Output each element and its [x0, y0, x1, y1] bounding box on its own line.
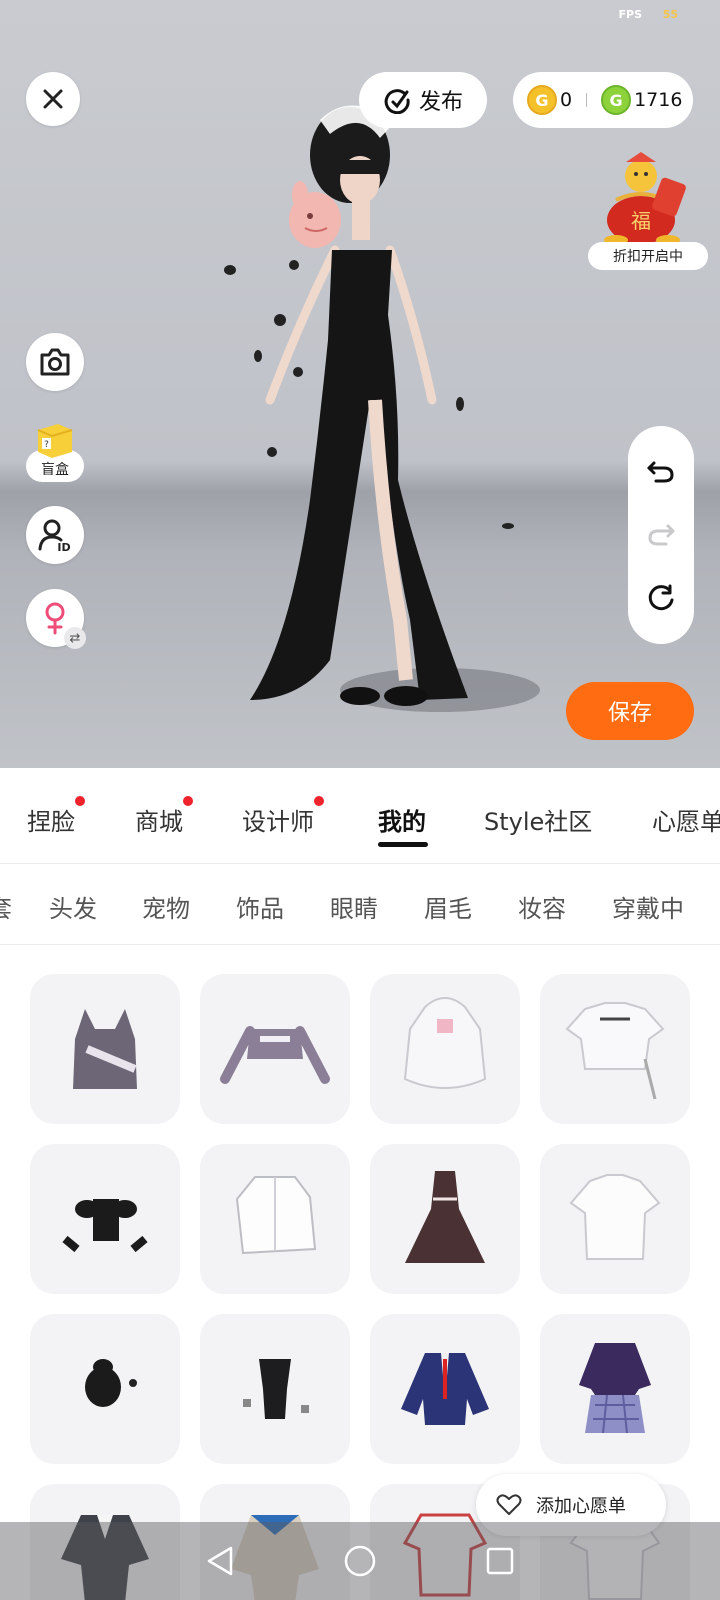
item-purple-plaid-uniform[interactable] — [540, 1314, 690, 1464]
item-navy-school-blazer[interactable] — [370, 1314, 520, 1464]
fps-value: 55 — [662, 8, 678, 21]
close-button[interactable] — [26, 72, 80, 126]
tab-style-community-label: Style社区 — [484, 808, 593, 836]
svg-text:?: ? — [44, 440, 49, 450]
nav-recents-button[interactable] — [480, 1541, 520, 1581]
discount-promo[interactable]: 福 折扣开启中 — [586, 148, 710, 272]
green-coin-icon: G — [601, 85, 632, 115]
item-black-hair-bun[interactable] — [30, 1314, 180, 1464]
blazer-icon — [401, 1353, 489, 1425]
tab-wishlist-label: 心愿单 — [652, 808, 720, 836]
subtab-makeup[interactable]: 妆容 — [518, 889, 566, 924]
tab-face[interactable]: 捏脸 — [27, 796, 85, 837]
lucky-bag-icon: 福 — [604, 152, 686, 245]
close-icon — [43, 89, 63, 109]
corset-icon — [62, 1199, 148, 1253]
plaid-uniform-icon — [579, 1343, 651, 1434]
item-lace-camisole[interactable] — [30, 974, 180, 1124]
undo-button[interactable] — [643, 454, 679, 490]
publish-label: 发布 — [418, 90, 463, 115]
shirt-icon — [235, 1176, 317, 1255]
green-coin-value: 1716 — [634, 89, 683, 111]
swimsuit-icon — [243, 1359, 309, 1419]
gender-switch-button[interactable]: ⇄ — [26, 589, 86, 649]
subtab-wearing[interactable]: 穿戴中 — [612, 889, 684, 924]
gold-coin-icon: G — [527, 85, 557, 115]
svg-text:ID: ID — [57, 541, 70, 553]
gold-coin-value: 0 — [560, 89, 573, 111]
redo-button[interactable] — [643, 517, 679, 553]
tee-plain-icon — [569, 1174, 661, 1260]
tab-designer[interactable]: 设计师 — [242, 796, 324, 837]
publish-button[interactable]: 发布 — [359, 72, 487, 128]
tab-mine-label: 我的 — [378, 808, 426, 836]
tee-icon — [565, 1002, 665, 1100]
wishlist-label: 添加心愿单 — [536, 1496, 626, 1517]
camera-button[interactable] — [26, 333, 84, 391]
publish-icon — [384, 89, 410, 114]
subtab-accessory[interactable]: 饰品 — [236, 889, 284, 924]
category-tab-bar: 套 头发 宠物 饰品 眼睛 眉毛 妆容 穿戴中 — [0, 865, 720, 945]
item-white-shirt[interactable] — [200, 1144, 350, 1294]
reset-icon — [648, 584, 674, 611]
item-white-tee[interactable] — [540, 1144, 690, 1294]
tab-designer-label: 设计师 — [242, 808, 314, 836]
item-black-swimsuit[interactable] — [200, 1314, 350, 1464]
recents-square-icon — [486, 1547, 514, 1575]
blind-box-button[interactable]: 盲盒 ? — [26, 418, 86, 488]
back-triangle-icon — [207, 1546, 233, 1576]
system-nav-bar — [0, 1522, 720, 1600]
fps-label: FPS — [618, 8, 643, 21]
user-id-icon: ID — [38, 519, 71, 553]
currency-display[interactable]: G 0 G 1716 — [513, 72, 693, 128]
promo-label: 折扣开启中 — [588, 242, 708, 270]
tab-face-label: 捏脸 — [27, 808, 75, 836]
redo-icon — [648, 524, 675, 546]
tab-style-community[interactable]: Style社区 — [484, 802, 592, 837]
camera-icon — [40, 348, 70, 376]
promo-badge-char: 福 — [631, 209, 651, 233]
camisole-icon — [73, 1009, 137, 1089]
reset-button[interactable] — [643, 580, 679, 616]
subtab-pet[interactable]: 宠物 — [142, 889, 190, 924]
subtab-eyes[interactable]: 眼睛 — [330, 889, 378, 924]
main-tab-bar: 捏脸 商城 设计师 我的 Style社区 心愿单 — [0, 768, 720, 864]
tab-shop[interactable]: 商城 — [135, 796, 193, 837]
notification-dot — [314, 796, 324, 806]
item-brown-halter-dress[interactable] — [370, 1144, 520, 1294]
home-circle-icon — [344, 1545, 376, 1577]
undo-icon — [647, 461, 674, 483]
female-icon — [45, 602, 65, 635]
item-black-corset-set[interactable] — [30, 1144, 180, 1294]
tab-mine[interactable]: 我的 — [378, 802, 426, 837]
tab-wishlist[interactable]: 心愿单 — [652, 802, 720, 837]
subtab-set[interactable]: 套 — [0, 889, 12, 924]
history-controls — [628, 426, 694, 644]
hoodie-icon — [403, 997, 487, 1089]
avatar-scene[interactable]: FPS 55 发布 G 0 G 1716 福 折扣开启中 盲盒 ? ID ⇄ 保… — [0, 0, 720, 768]
hair-bun-icon — [85, 1359, 137, 1407]
swap-icon: ⇄ — [64, 627, 86, 649]
nav-home-button[interactable] — [340, 1541, 380, 1581]
nav-back-button[interactable] — [200, 1541, 240, 1581]
blind-box-icon: ? — [37, 424, 73, 458]
save-button[interactable]: 保存 — [566, 682, 694, 740]
active-tab-indicator — [378, 842, 428, 847]
item-lace-crop-top[interactable] — [200, 974, 350, 1124]
heart-icon — [496, 1494, 522, 1515]
notification-dot — [75, 796, 85, 806]
subtab-eyebrows[interactable]: 眉毛 — [424, 889, 472, 924]
notification-dot — [183, 796, 193, 806]
subtab-hair[interactable]: 头发 — [49, 889, 97, 924]
dress-icon — [405, 1171, 485, 1263]
currency-divider — [586, 93, 588, 107]
avatar-id-button[interactable]: ID — [26, 506, 84, 564]
avatar-character[interactable] — [210, 100, 540, 740]
tab-shop-label: 商城 — [135, 808, 183, 836]
item-white-drawstring-tee[interactable] — [540, 974, 690, 1124]
item-white-hoodie[interactable] — [370, 974, 520, 1124]
crop-top-icon — [220, 1026, 330, 1084]
